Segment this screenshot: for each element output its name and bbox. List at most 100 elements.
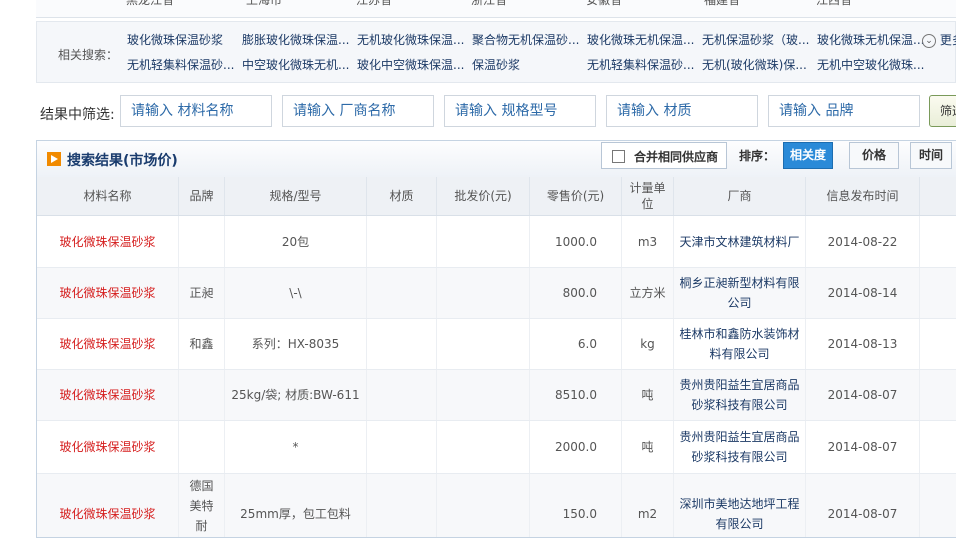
filter-button[interactable]: 筛选: [929, 95, 956, 127]
merge-suppliers-toggle[interactable]: 合并相同供应商: [601, 142, 727, 169]
column-header[interactable]: 材料名称: [37, 177, 179, 215]
more-related-link[interactable]: ⌄ 更多: [922, 31, 956, 48]
table-row: 玻化微珠保温砂浆 和鑫 系列：HX-8035 6.0 kg 桂林市和鑫防水装饰材…: [37, 319, 956, 370]
results-header: 搜索结果(市场价) 合并相同供应商 排序： 相关度 价格 时间: [37, 141, 956, 178]
column-header[interactable]: 批发价(元): [437, 177, 530, 215]
region-link[interactable]: 安徽省: [586, 0, 622, 8]
material-cell: [367, 421, 437, 473]
favorite-link[interactable]: 收: [920, 370, 956, 420]
brand-input[interactable]: 请输入 品牌: [768, 95, 920, 127]
manufacturer-link[interactable]: 深圳市美地达地坪工程有限公司: [674, 474, 806, 537]
favorite-link[interactable]: 收: [920, 216, 956, 267]
manufacturer-link[interactable]: 贵州贵阳益生宜居商品砂浆科技有限公司: [674, 370, 806, 420]
date-cell: 2014-08-07: [806, 474, 920, 537]
manufacturer-link[interactable]: 贵州贵阳益生宜居商品砂浆科技有限公司: [674, 421, 806, 473]
manufacturer-link[interactable]: 桂林市和鑫防水装饰材料有限公司: [674, 319, 806, 369]
column-header[interactable]: 计量单位: [622, 177, 674, 215]
favorite-link[interactable]: 收: [920, 421, 956, 473]
unit-cell: m2: [622, 474, 674, 537]
region-link[interactable]: 上海市: [246, 0, 282, 8]
filter-bar: 结果中筛选: 请输入 材料名称 请输入 厂商名称 请输入 规格型号 请输入 材质…: [36, 92, 956, 132]
results-panel: 搜索结果(市场价) 合并相同供应商 排序： 相关度 价格 时间 材料名称 品牌 …: [36, 140, 956, 538]
material-cell: [367, 319, 437, 369]
column-header[interactable]: 厂商: [674, 177, 806, 215]
related-link[interactable]: 无机轻集料保温砂...: [127, 56, 240, 73]
retail-price-cell: 2000.0: [530, 421, 622, 473]
date-cell: 2014-08-22: [806, 216, 920, 267]
material-name-link[interactable]: 玻化微珠保温砂浆: [37, 370, 179, 420]
related-link[interactable]: 无机轻集料保温砂...: [587, 56, 700, 73]
related-link[interactable]: 玻化中空微珠保温...: [357, 56, 470, 73]
related-link[interactable]: 无机(玻化微珠)保...: [702, 56, 815, 73]
material-name-link[interactable]: 玻化微珠保温砂浆: [37, 474, 179, 537]
brand-cell: [179, 421, 225, 473]
column-header: [920, 177, 956, 215]
favorite-link[interactable]: 收: [920, 268, 956, 318]
column-header[interactable]: 材质: [367, 177, 437, 215]
related-link[interactable]: 膨胀玻化微珠保温...: [242, 31, 355, 48]
related-link[interactable]: 玻化微珠保温砂浆: [127, 31, 240, 48]
column-header[interactable]: 信息发布时间: [806, 177, 920, 215]
related-link[interactable]: 聚合物无机保温砂...: [472, 31, 585, 48]
column-header[interactable]: 品牌: [179, 177, 225, 215]
sort-relevance-button[interactable]: 相关度: [783, 142, 833, 169]
wholesale-cell: [437, 268, 530, 318]
spec-cell: 25mm厚，包工包料: [225, 474, 367, 537]
sort-price-button[interactable]: 价格: [849, 142, 899, 169]
wholesale-cell: [437, 216, 530, 267]
unit-cell: 吨: [622, 421, 674, 473]
material-cell: [367, 216, 437, 267]
column-header[interactable]: 零售价(元): [530, 177, 622, 215]
spec-input[interactable]: 请输入 规格型号: [444, 95, 596, 127]
chevron-down-icon: ⌄: [922, 33, 936, 48]
favorite-link[interactable]: 收: [920, 474, 956, 537]
retail-price-cell: 6.0: [530, 319, 622, 369]
column-header[interactable]: 规格/型号: [225, 177, 367, 215]
brand-cell: 和鑫: [179, 319, 225, 369]
results-title: 搜索结果(市场价): [67, 153, 178, 169]
related-link[interactable]: 中空玻化微珠无机...: [242, 56, 355, 73]
date-cell: 2014-08-14: [806, 268, 920, 318]
related-link[interactable]: 保温砂浆: [472, 56, 585, 73]
spec-cell: \-\: [225, 268, 367, 318]
related-link[interactable]: 无机保温砂浆（玻...: [702, 31, 815, 48]
material-name-link[interactable]: 玻化微珠保温砂浆: [37, 268, 179, 318]
region-strip: 黑龙江省 上海市 江苏省 浙江省 安徽省 福建省 江西省: [36, 0, 956, 18]
date-cell: 2014-08-13: [806, 319, 920, 369]
related-searches-label: 相关搜索：: [58, 48, 119, 62]
material-cell: [367, 474, 437, 537]
material-name-input[interactable]: 请输入 材料名称: [120, 95, 272, 127]
sort-time-button[interactable]: 时间: [910, 142, 952, 169]
favorite-link[interactable]: 收: [920, 319, 956, 369]
unit-cell: 立方米: [622, 268, 674, 318]
spec-cell: 20包: [225, 216, 367, 267]
region-link[interactable]: 浙江省: [471, 0, 507, 8]
retail-price-cell: 1000.0: [530, 216, 622, 267]
related-link[interactable]: 玻化微珠无机保温...: [587, 31, 700, 48]
brand-cell: [179, 370, 225, 420]
related-link[interactable]: 玻化微珠无机保温...: [817, 31, 930, 48]
unit-cell: 吨: [622, 370, 674, 420]
date-cell: 2014-08-07: [806, 370, 920, 420]
brand-cell: 正昶: [179, 268, 225, 318]
manufacturer-link[interactable]: 桐乡正昶新型材料有限公司: [674, 268, 806, 318]
unit-cell: kg: [622, 319, 674, 369]
region-link[interactable]: 福建省: [704, 0, 740, 8]
table-row: 玻化微珠保温砂浆 25kg/袋; 材质:BW-611 8510.0 吨 贵州贵阳…: [37, 370, 956, 421]
manufacturer-link[interactable]: 天津市文林建筑材料厂: [674, 216, 806, 267]
table-row: 玻化微珠保温砂浆 正昶 \-\ 800.0 立方米 桐乡正昶新型材料有限公司 2…: [37, 268, 956, 319]
related-link[interactable]: 无机中空玻化微珠...: [817, 56, 930, 73]
manufacturer-input[interactable]: 请输入 厂商名称: [282, 95, 434, 127]
region-link[interactable]: 江西省: [816, 0, 852, 8]
related-link[interactable]: 无机玻化微珠保温...: [357, 31, 470, 48]
brand-cell: 德国美特耐（进: [179, 474, 225, 537]
material-name-link[interactable]: 玻化微珠保温砂浆: [37, 216, 179, 267]
material-name-link[interactable]: 玻化微珠保温砂浆: [37, 421, 179, 473]
wholesale-cell: [437, 319, 530, 369]
merge-checkbox[interactable]: [612, 150, 625, 163]
region-link[interactable]: 黑龙江省: [126, 0, 174, 8]
material-input[interactable]: 请输入 材质: [606, 95, 758, 127]
region-link[interactable]: 江苏省: [356, 0, 392, 8]
material-name-link[interactable]: 玻化微珠保温砂浆: [37, 319, 179, 369]
merge-label: 合并相同供应商: [634, 150, 719, 164]
